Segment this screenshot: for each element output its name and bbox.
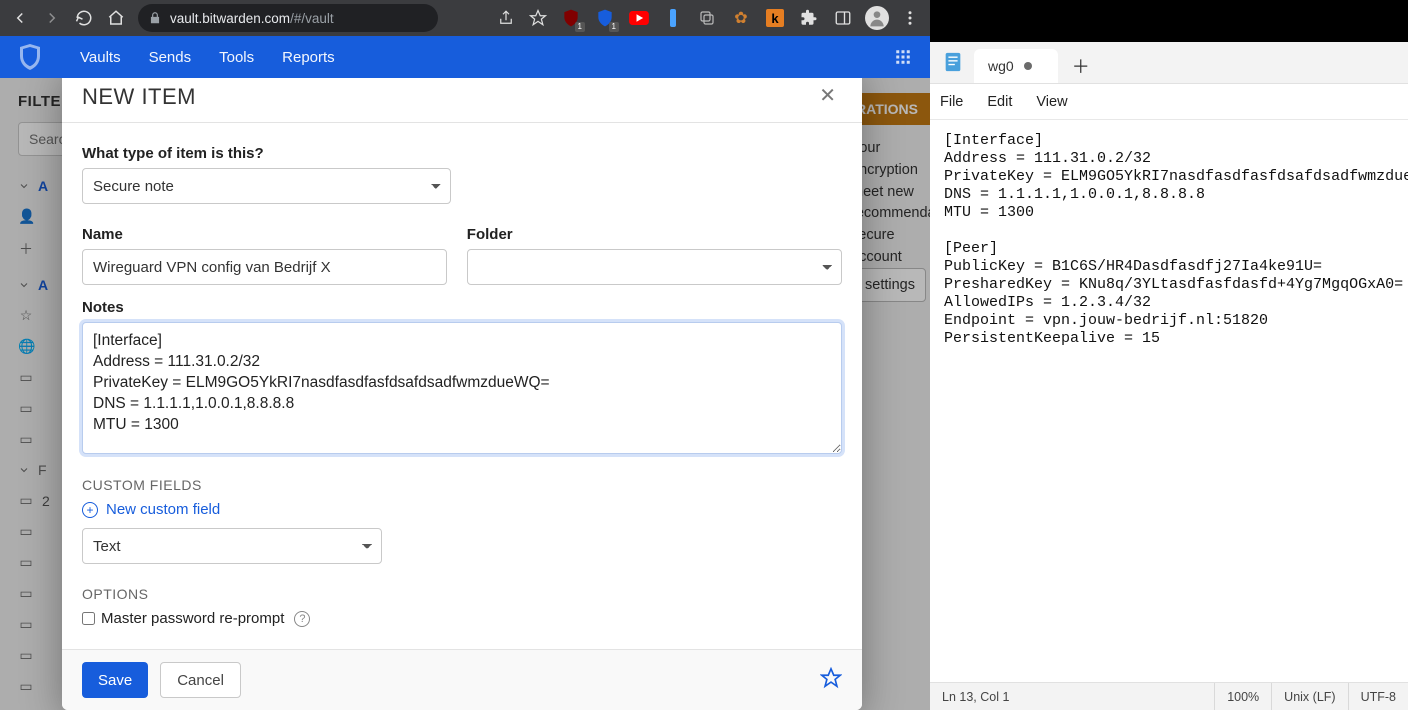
notepad-text-content[interactable]: [Interface] Address = 111.31.0.2/32 Priv…: [930, 120, 1408, 682]
nav-reports[interactable]: Reports: [282, 49, 335, 66]
status-zoom: 100%: [1215, 683, 1272, 710]
extension-icon-stack[interactable]: [695, 6, 719, 30]
options-heading: OPTIONS: [82, 586, 842, 602]
forward-button[interactable]: [38, 4, 66, 32]
plus-circle-icon: +: [82, 502, 98, 518]
reload-button[interactable]: [70, 4, 98, 32]
extension-badge: 1: [609, 22, 619, 32]
name-label: Name: [82, 226, 447, 243]
reprompt-checkbox[interactable]: [82, 612, 95, 625]
status-encoding: UTF-8: [1349, 683, 1408, 710]
item-type-select[interactable]: Secure note: [82, 168, 451, 204]
youtube-extension-icon[interactable]: [627, 6, 651, 30]
extension-icon-blue[interactable]: [661, 6, 685, 30]
side-panel-icon[interactable]: [831, 6, 855, 30]
save-button[interactable]: Save: [82, 662, 148, 698]
menu-edit[interactable]: Edit: [987, 94, 1012, 110]
folder-label: Folder: [467, 226, 842, 243]
bitwarden-body: FILTERS A 👤 ＋ A ☆ 🌐 ▭ ▭ ▭ F ▭2 ▭ ▭: [0, 78, 930, 710]
custom-field-type-select[interactable]: Text: [82, 528, 382, 564]
nav-sends[interactable]: Sends: [149, 49, 192, 66]
notepad-app-icon: [938, 47, 968, 77]
address-bar[interactable]: vault.bitwarden.com/#/vault: [138, 4, 438, 32]
close-icon[interactable]: ✕: [813, 84, 842, 108]
tab-title: wg0: [988, 58, 1014, 74]
cancel-button[interactable]: Cancel: [160, 662, 241, 698]
new-item-modal: NEW ITEM ✕ What type of item is this? Se…: [62, 78, 862, 710]
ublock-extension-icon[interactable]: 1: [559, 6, 583, 30]
reprompt-label: Master password re-prompt: [101, 610, 284, 627]
notepad-tab[interactable]: wg0: [974, 49, 1058, 83]
extension-icon-flower[interactable]: ✿: [729, 6, 753, 30]
custom-fields-heading: CUSTOM FIELDS: [82, 477, 842, 493]
bitwarden-logo-icon: [18, 43, 42, 71]
new-custom-field-link[interactable]: + New custom field: [82, 501, 842, 518]
bookmark-star-icon[interactable]: [524, 4, 552, 32]
chrome-menu-icon[interactable]: [896, 4, 924, 32]
url-text: vault.bitwarden.com/#/vault: [170, 11, 334, 26]
new-tab-button[interactable]: ＋: [1064, 49, 1098, 83]
extension-badge: 1: [575, 22, 585, 32]
modal-title: NEW ITEM: [82, 84, 196, 110]
status-eol: Unix (LF): [1272, 683, 1348, 710]
notepad-window-area: wg0 ＋ File Edit View [Interface] Address…: [930, 0, 1408, 710]
notes-label: Notes: [82, 299, 842, 316]
menu-view[interactable]: View: [1036, 94, 1067, 110]
menu-file[interactable]: File: [940, 94, 963, 110]
profile-avatar[interactable]: [865, 6, 889, 30]
modal-footer: Save Cancel: [62, 649, 862, 710]
nav-tools[interactable]: Tools: [219, 49, 254, 66]
favorite-star-icon[interactable]: [820, 667, 842, 694]
extensions-puzzle-icon[interactable]: [797, 6, 821, 30]
status-position: Ln 13, Col 1: [930, 683, 1215, 710]
nav-vaults[interactable]: Vaults: [80, 49, 121, 66]
type-label: What type of item is this?: [82, 145, 842, 162]
notepad-window: wg0 ＋ File Edit View [Interface] Address…: [930, 42, 1408, 710]
bitwarden-nav: Vaults Sends Tools Reports: [0, 36, 930, 78]
notepad-statusbar: Ln 13, Col 1 100% Unix (LF) UTF-8: [930, 682, 1408, 710]
share-icon[interactable]: [492, 4, 520, 32]
reprompt-checkbox-row[interactable]: Master password re-prompt ?: [82, 610, 842, 627]
unsaved-dot-icon: [1024, 62, 1032, 70]
extension-icon-k[interactable]: k: [763, 6, 787, 30]
apps-grid-icon[interactable]: [894, 48, 912, 66]
name-input[interactable]: [82, 249, 447, 285]
chrome-window: vault.bitwarden.com/#/vault 1 1 ✿ k: [0, 0, 930, 710]
chrome-toolbar: vault.bitwarden.com/#/vault 1 1 ✿ k: [0, 0, 930, 36]
notes-textarea[interactable]: [Interface] Address = 111.31.0.2/32 Priv…: [82, 322, 842, 454]
bitwarden-extension-icon[interactable]: 1: [593, 6, 617, 30]
back-button[interactable]: [6, 4, 34, 32]
help-icon[interactable]: ?: [294, 611, 310, 627]
lock-icon: [148, 11, 162, 25]
folder-select[interactable]: [467, 249, 842, 285]
home-button[interactable]: [102, 4, 130, 32]
notepad-menubar: File Edit View: [930, 84, 1408, 120]
notepad-titlebar: wg0 ＋: [930, 42, 1408, 84]
